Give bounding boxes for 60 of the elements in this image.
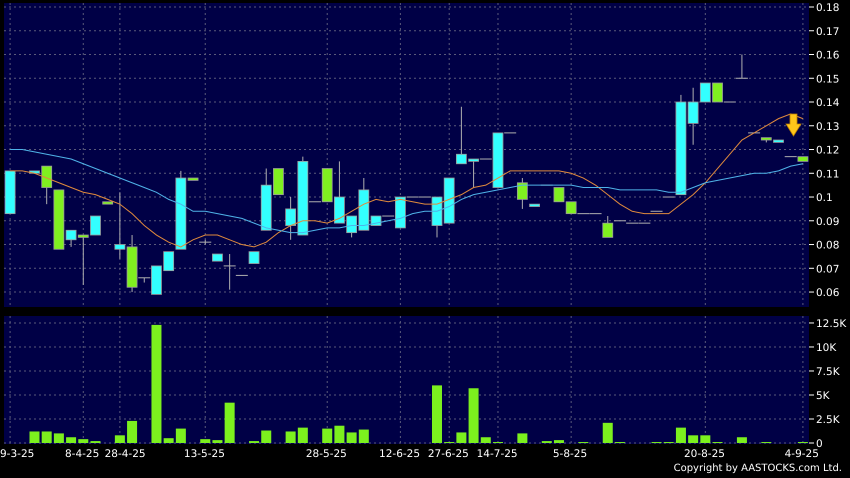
axis-label: 5K (816, 390, 830, 402)
axis-label: 13-5-25 (184, 448, 225, 458)
axis-label: 12-6-25 (379, 448, 420, 458)
down-arrow-icon (785, 114, 802, 137)
axis-label: 0.12 (816, 144, 840, 157)
axis-label: 20-8-25 (684, 448, 725, 458)
candlestick (735, 54, 748, 79)
volume-bar (346, 432, 357, 443)
volume-bar (66, 437, 76, 443)
axis-label: 0.09 (816, 216, 840, 228)
axis-label: 0.07 (816, 263, 840, 276)
volume-bar (554, 440, 564, 443)
volume-bar (127, 420, 138, 443)
volume-bar (676, 428, 686, 443)
volume-bar (224, 402, 235, 443)
candlestick (198, 239, 212, 246)
axis-label: 9-3-25 (0, 448, 34, 458)
volume-bar (286, 431, 296, 443)
candlestick (748, 132, 761, 134)
axis-label: 0.14 (816, 97, 840, 109)
axis-label: 27-6-25 (428, 448, 469, 458)
volume-bar (200, 439, 210, 443)
axis-label: 0.18 (816, 2, 840, 14)
axis-label: 28-5-25 (306, 448, 347, 458)
axis-label: 7.5K (816, 366, 840, 378)
axis-label: 0.13 (816, 120, 840, 133)
volume-bar (298, 428, 308, 443)
axis-label: 28-4-25 (104, 448, 146, 458)
axis-label: 0.08 (816, 240, 840, 252)
volume-bar (334, 426, 344, 443)
candlestick (248, 251, 260, 264)
volume-bar (42, 431, 52, 443)
volume-bar (164, 438, 174, 443)
candlestick (4, 170, 16, 214)
candlestick (650, 210, 664, 212)
volume-bar (176, 428, 186, 443)
axis-label: 2.5K (816, 414, 840, 426)
volume-bar (468, 388, 479, 443)
axis-label: 14-7-25 (476, 448, 518, 458)
volume-bar (480, 437, 491, 443)
volume-bar (212, 440, 222, 443)
volume-bar (322, 428, 332, 443)
axis-label: 10K (816, 342, 836, 354)
axis-label: 0.11 (816, 168, 840, 180)
axis-label: 4-9-25 (784, 448, 819, 458)
volume-bar (78, 439, 88, 443)
axis-label: 0.15 (816, 73, 840, 86)
axis-label: 0.1 (816, 192, 833, 204)
axis-label: 8-4-25 (64, 448, 100, 458)
candlestick (444, 178, 455, 224)
volume-bar (358, 430, 369, 443)
volume-bar (736, 437, 747, 443)
axis-label: 5-8-25 (552, 448, 588, 458)
axis-label: 0.06 (816, 287, 840, 300)
axis-label: 0 (816, 438, 823, 450)
axis-label: 12.5K (816, 318, 846, 330)
axis-label: 0.16 (816, 50, 840, 62)
copyright-text: Copyright by AASTOCKS.com Ltd. (674, 462, 842, 476)
volume-bar (261, 430, 272, 443)
axis-label: 0.17 (816, 26, 840, 38)
